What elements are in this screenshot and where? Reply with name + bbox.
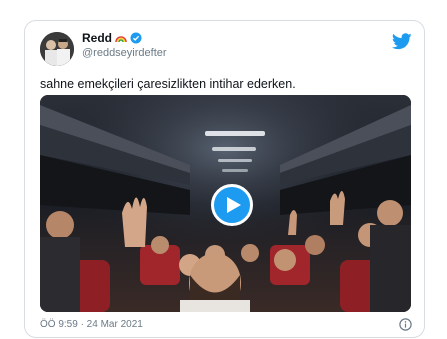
rainbow-icon [115,36,127,42]
info-icon[interactable] [399,318,412,331]
twitter-bird-icon[interactable] [392,33,412,50]
display-name[interactable]: Redd [82,31,112,45]
tweet-text: sahne emekçileri çaresizlikten intihar e… [40,77,296,91]
embedded-tweet-card[interactable]: Redd @reddseyirdefter sahne emekçileri ç… [24,20,425,338]
play-button[interactable] [211,184,253,226]
play-icon [227,197,241,213]
author-name-row[interactable]: Redd [82,31,142,45]
video-player[interactable] [40,95,411,312]
author-handle[interactable]: @reddseyirdefter [82,47,167,59]
verified-icon [130,32,142,44]
avatar[interactable] [40,32,74,66]
tweet-timestamp[interactable]: ÖÖ 9:59 · 24 Mar 2021 [40,319,143,330]
